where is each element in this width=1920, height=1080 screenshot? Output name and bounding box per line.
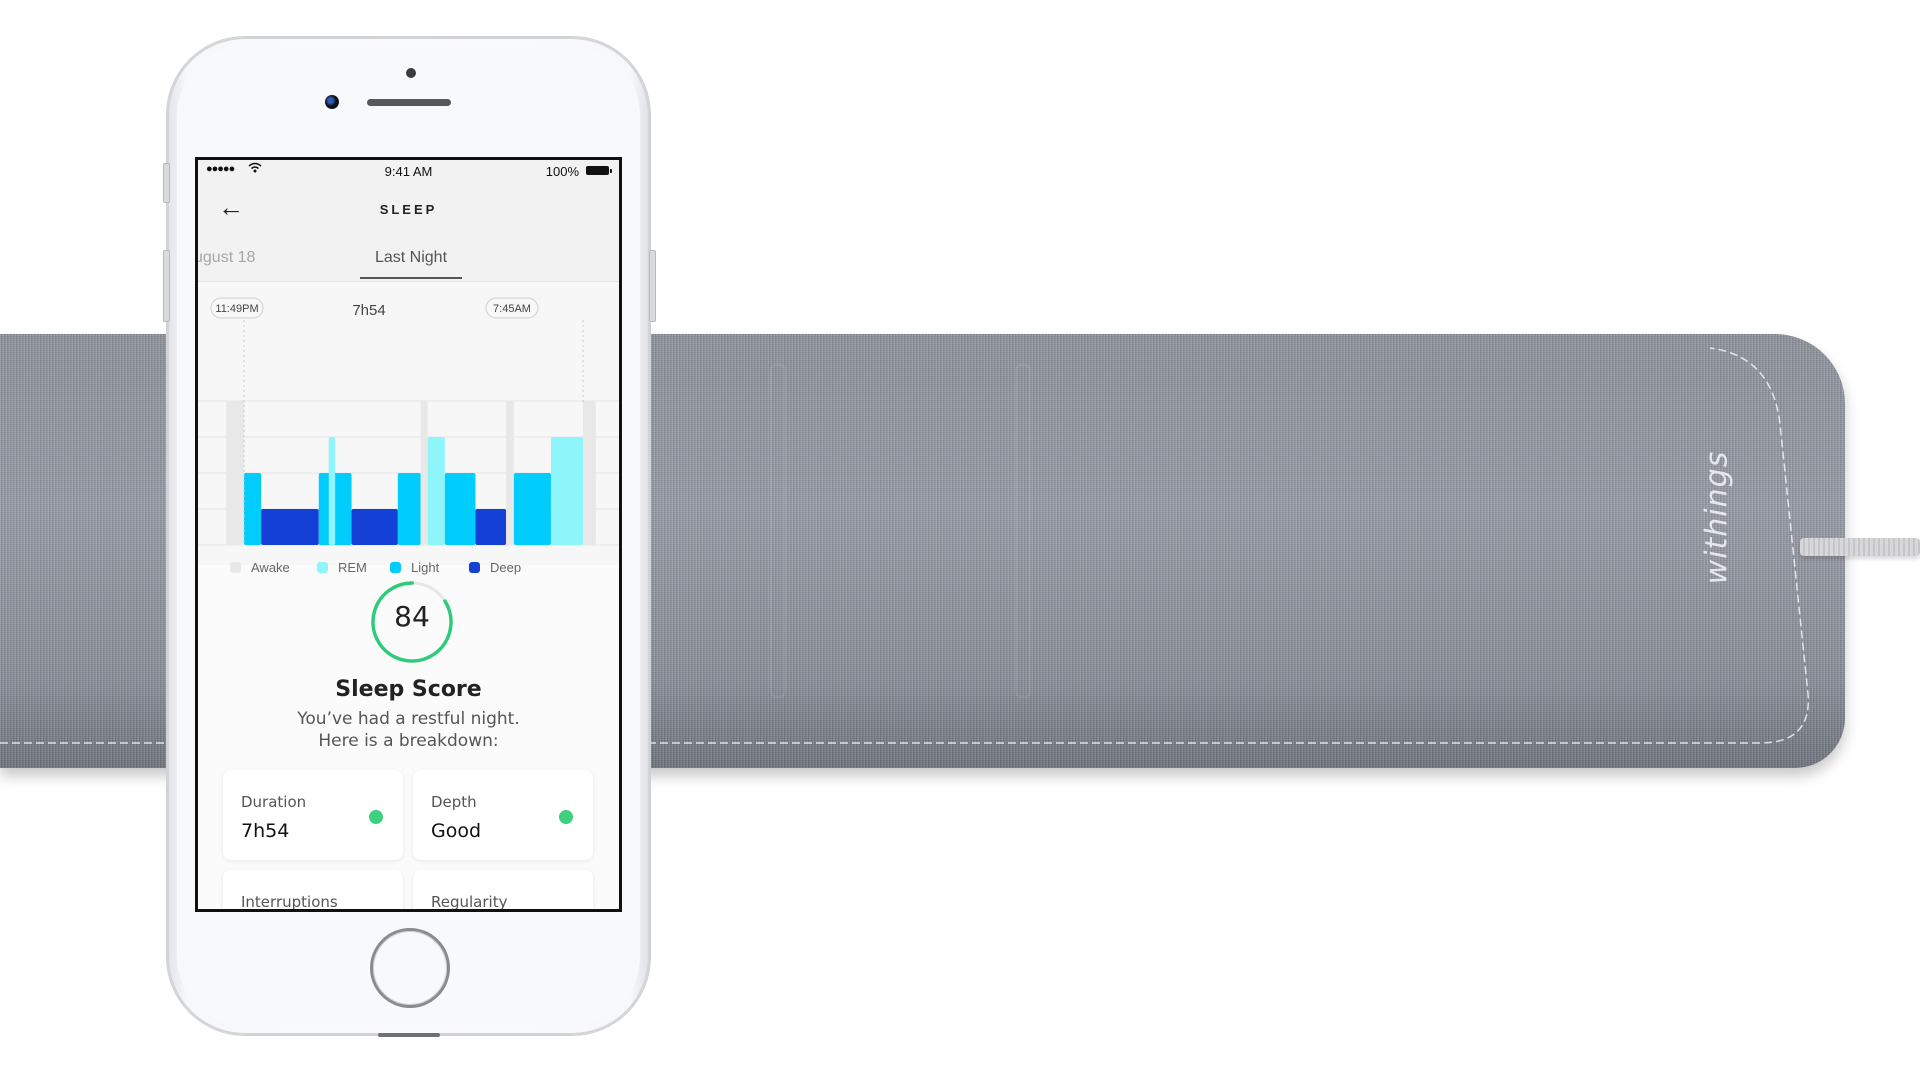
tab-last-night[interactable]: Last Night — [360, 249, 462, 267]
legend-swatch-awake — [230, 562, 241, 573]
breakdown-card-duration[interactable]: Duration 7h54 — [223, 770, 403, 860]
legend-rem: REM — [317, 560, 367, 575]
legend-swatch-deep — [469, 562, 480, 573]
sleep-segment-awake — [583, 401, 596, 545]
date-tabs: ugust 18 Last Night — [198, 237, 619, 282]
status-dot — [559, 810, 573, 824]
sleep-segment-awake — [420, 401, 428, 545]
card-value: 7h54 — [241, 820, 290, 842]
status-dot — [369, 910, 383, 912]
sleep-segment-rem — [550, 437, 583, 545]
phone-screen: ●●●●● 9:41 AM 100% ← SLEEP ugust 18 Last… — [195, 157, 622, 912]
status-dot — [559, 910, 573, 912]
start-time-label: 11:49PM — [215, 303, 258, 315]
proximity-sensor — [406, 68, 416, 78]
status-bar: ●●●●● 9:41 AM 100% — [198, 160, 619, 182]
subtitle-line-2: Here is a breakdown: — [318, 731, 499, 751]
sleep-segment-light — [513, 473, 551, 545]
card-label: Regularity — [431, 893, 508, 911]
card-label: Duration — [241, 793, 307, 811]
card-label: Depth — [431, 793, 477, 811]
sleep-segment-deep — [351, 509, 398, 545]
nav-bar: ← SLEEP — [198, 182, 619, 237]
legend-swatch-light — [390, 562, 401, 573]
subtitle-line-1: You’ve had a restful night. — [297, 709, 520, 729]
end-time-label: 7:45AM — [493, 303, 531, 315]
withings-logo: withings — [1699, 450, 1735, 585]
breakdown-card-interruptions[interactable]: Interruptions — [223, 870, 403, 912]
sleep-duration-label: 7h54 — [352, 302, 385, 319]
active-tab-indicator — [360, 277, 462, 279]
sleep-score-title: Sleep Score — [335, 677, 482, 702]
sleep-chart-panel: 11:49PM 7:45AM 7h54 Awake REM Light Deep — [198, 282, 619, 575]
home-button[interactable] — [370, 928, 450, 1008]
legend-awake: Awake — [230, 560, 290, 575]
card-label: Interruptions — [241, 893, 338, 911]
status-dot — [369, 810, 383, 824]
front-camera — [325, 95, 339, 109]
sleep-segment-awake — [226, 401, 244, 545]
sleep-stages-chart: 11:49PM 7:45AM 7h54 — [198, 297, 619, 546]
lightning-port — [378, 1033, 440, 1037]
mat-seam — [770, 364, 786, 698]
legend-deep: Deep — [469, 560, 521, 575]
breakdown-card-regularity[interactable]: Regularity — [413, 870, 593, 912]
sleep-segment-rem — [328, 437, 336, 545]
breakdown-card-depth[interactable]: Depth Good — [413, 770, 593, 860]
sleep-segment-rem — [427, 437, 445, 545]
sleep-segment-deep — [475, 509, 507, 545]
sleep-score-subtitle: You’ve had a restful night. Here is a br… — [198, 708, 619, 752]
page-title: SLEEP — [379, 202, 438, 217]
earpiece-speaker — [367, 99, 451, 106]
card-value: Good — [431, 820, 482, 842]
legend-light: Light — [390, 560, 439, 575]
volume-button — [163, 250, 170, 322]
mute-switch — [163, 163, 170, 203]
sleep-segment-awake — [506, 401, 514, 545]
chart-legend: Awake REM Light Deep — [198, 560, 619, 580]
sleep-segment-deep — [261, 509, 319, 545]
power-button — [649, 250, 656, 322]
sleep-segment-light — [397, 473, 421, 545]
mat-seam — [1015, 364, 1031, 698]
sleep-segment-light — [444, 473, 476, 545]
battery-percent: 100% — [545, 164, 579, 179]
sleep-segment-light — [244, 473, 262, 545]
sleep-score-value: 84 — [394, 600, 430, 633]
mat-cable — [1800, 538, 1920, 556]
tab-previous-day[interactable]: ugust 18 — [198, 249, 255, 267]
battery-icon — [586, 166, 612, 175]
legend-swatch-rem — [317, 562, 328, 573]
